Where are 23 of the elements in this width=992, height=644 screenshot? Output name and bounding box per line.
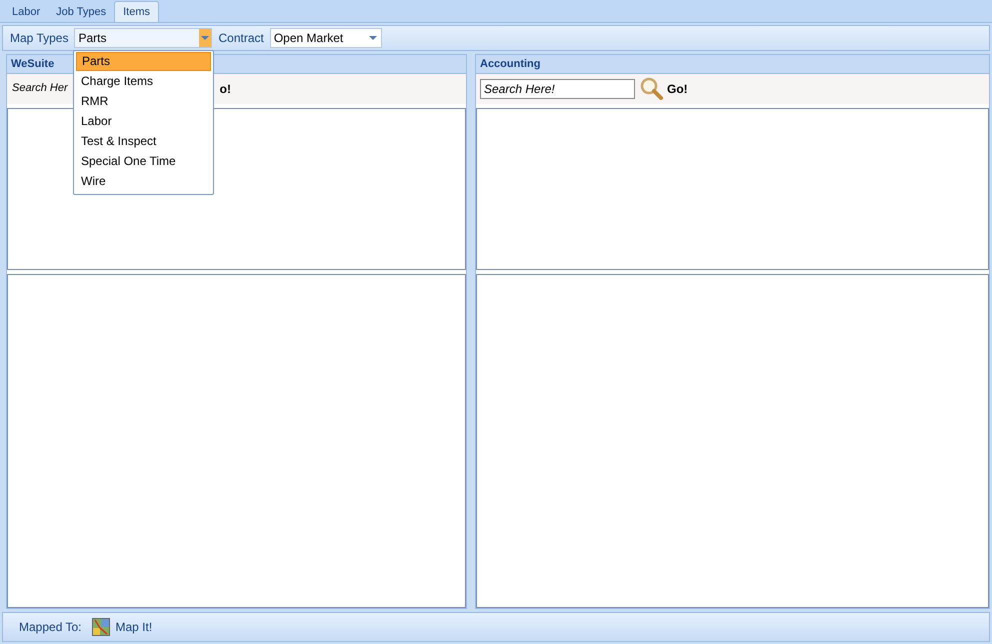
dropdown-option[interactable]: Test & Inspect	[76, 131, 211, 151]
go-button[interactable]: o!	[220, 82, 231, 96]
search-field[interactable]: Search Here!	[480, 79, 635, 99]
mapped-to-label: Mapped To:	[19, 620, 82, 634]
dropdown-option[interactable]: Wire	[76, 171, 211, 191]
dropdown-option[interactable]: RMR	[76, 91, 211, 111]
search-icon[interactable]	[639, 77, 663, 101]
map-icon	[92, 618, 110, 636]
dropdown-option[interactable]: Special One Time	[76, 151, 211, 171]
search-field[interactable]: Search Her	[11, 79, 68, 99]
map-types-label: Map Types	[10, 31, 68, 45]
tab[interactable]: Job Types	[48, 2, 114, 22]
tab[interactable]: Labor	[4, 2, 48, 22]
map-types-dropdown[interactable]: Parts	[74, 28, 212, 48]
tab[interactable]: Items	[114, 1, 159, 22]
go-button[interactable]: Go!	[667, 82, 688, 96]
map-it-button[interactable]: Map It!	[92, 618, 152, 636]
panel-header: Accounting	[476, 55, 989, 74]
dropdown-option[interactable]: Charge Items	[76, 71, 211, 91]
contract-dropdown[interactable]: Open Market	[270, 28, 382, 48]
dropdown-option[interactable]: Parts	[76, 52, 211, 71]
contract-label: Contract	[218, 31, 264, 45]
dropdown-option[interactable]: Labor	[76, 111, 211, 131]
